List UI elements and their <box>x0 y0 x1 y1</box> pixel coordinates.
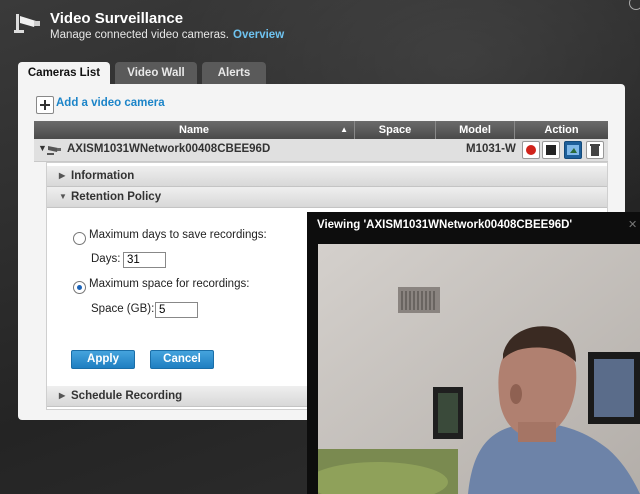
column-header-space[interactable]: Space <box>355 121 436 139</box>
expand-arrow-icon: ▶ <box>59 391 66 400</box>
radio-max-space[interactable] <box>73 281 86 294</box>
radio-max-days[interactable] <box>73 232 86 245</box>
security-camera-icon <box>14 14 40 33</box>
video-frame <box>318 244 640 494</box>
stop-icon <box>546 145 556 155</box>
option-max-days-label: Maximum days to save recordings: <box>89 229 267 241</box>
space-label: Space (GB): <box>91 303 155 315</box>
stop-button[interactable] <box>542 141 560 159</box>
column-header-action[interactable]: Action <box>515 121 608 139</box>
plus-icon <box>36 96 54 114</box>
camera-icon <box>47 146 61 155</box>
option-max-space-label: Maximum space for recordings: <box>89 278 250 290</box>
camera-model: M1031-W <box>466 143 516 155</box>
help-icon[interactable] <box>629 0 640 10</box>
camera-video-feed <box>318 244 640 494</box>
trash-icon <box>590 144 600 156</box>
app-subtitle-text: Manage connected video cameras. <box>50 29 229 41</box>
space-input[interactable]: 5 <box>155 302 198 318</box>
column-header-name-label: Name <box>179 124 209 136</box>
section-retention-label: Retention Policy <box>71 191 162 203</box>
column-header-name[interactable]: Name ▲ <box>34 121 355 139</box>
record-icon <box>526 145 536 155</box>
tab-cameras-list[interactable]: Cameras List <box>18 62 110 84</box>
overview-link[interactable]: Overview <box>233 29 284 41</box>
expand-arrow-icon: ▶ <box>59 171 66 180</box>
tab-alerts[interactable]: Alerts <box>202 62 266 84</box>
live-viewer-window[interactable]: Viewing 'AXISM1031WNetwork00408CBEE96D' … <box>307 212 640 494</box>
column-header-model[interactable]: Model <box>436 121 515 139</box>
add-camera-label: Add a video camera <box>56 97 165 109</box>
table-row[interactable]: ▼ AXISM1031WNetwork00408CBEE96D M1031-W <box>34 139 608 162</box>
sort-ascending-icon: ▲ <box>340 125 348 134</box>
app-title: Video Surveillance <box>50 10 184 27</box>
app-subtitle: Manage connected video cameras. Overview <box>50 29 284 41</box>
viewer-title: Viewing 'AXISM1031WNetwork00408CBEE96D' <box>317 219 573 231</box>
days-label: Days: <box>91 253 121 265</box>
record-button[interactable] <box>522 141 540 159</box>
tab-video-wall[interactable]: Video Wall <box>115 62 197 84</box>
grid-header: Name ▲ Space Model Action <box>34 121 608 139</box>
cancel-button[interactable]: Cancel <box>150 350 214 369</box>
close-icon[interactable]: ✕ <box>628 218 637 231</box>
view-live-button[interactable] <box>564 141 582 159</box>
section-information-label: Information <box>71 170 135 182</box>
apply-button[interactable]: Apply <box>71 350 135 369</box>
section-schedule-label: Schedule Recording <box>71 390 183 402</box>
section-retention-policy[interactable]: ▼ Retention Policy <box>47 187 607 208</box>
days-input[interactable]: 31 <box>123 252 166 268</box>
app-header: Video Surveillance Manage connected vide… <box>0 0 640 56</box>
section-information[interactable]: ▶ Information <box>47 166 607 187</box>
delete-button[interactable] <box>586 141 604 159</box>
collapse-arrow-icon: ▼ <box>59 192 67 201</box>
camera-name: AXISM1031WNetwork00408CBEE96D <box>67 143 271 155</box>
live-view-icon <box>567 145 579 155</box>
